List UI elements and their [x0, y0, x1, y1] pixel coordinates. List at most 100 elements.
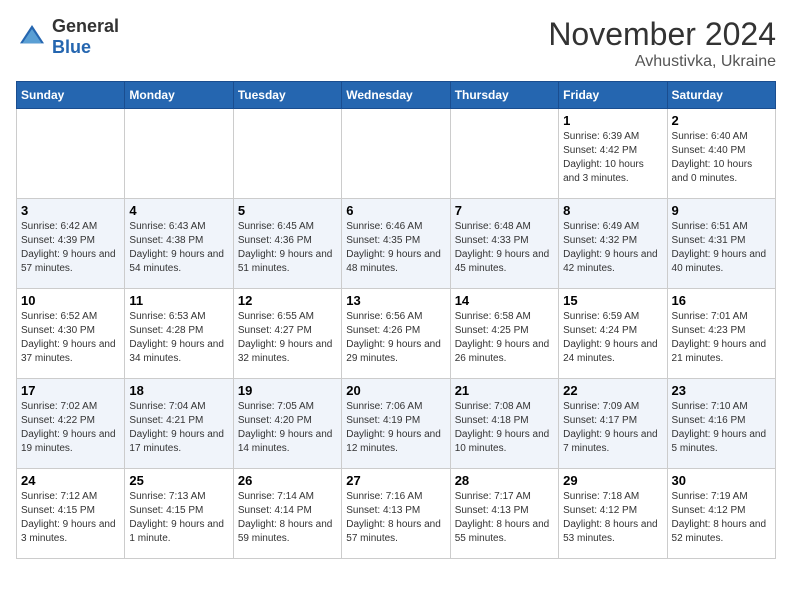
calendar-week-1: 1Sunrise: 6:39 AMSunset: 4:42 PMDaylight…	[17, 109, 776, 199]
day-number: 27	[346, 473, 445, 488]
day-number: 20	[346, 383, 445, 398]
day-number: 14	[455, 293, 554, 308]
day-info: Sunrise: 7:14 AMSunset: 4:14 PMDaylight:…	[238, 490, 337, 546]
calendar-cell: 13 Sunrise: 6:56 AMSunset: 4:26 PMDayligh…	[342, 289, 450, 379]
day-number: 19	[238, 383, 337, 398]
calendar-cell: 29Sunrise: 7:18 AMSunset: 4:12 PMDayligh…	[559, 469, 667, 559]
day-info: Sunrise: 6:56 AMSunset: 4:26 PMDaylight:…	[346, 310, 445, 366]
day-number: 7	[455, 203, 554, 218]
day-number: 16	[672, 293, 771, 308]
calendar-cell: 16 Sunrise: 7:01 AMSunset: 4:23 PMDayligh…	[667, 289, 775, 379]
calendar-table: SundayMondayTuesdayWednesdayThursdayFrid…	[16, 81, 776, 559]
day-number: 28	[455, 473, 554, 488]
day-number: 25	[129, 473, 228, 488]
calendar-cell: 21 Sunrise: 7:08 AMSunset: 4:18 PMDayligh…	[450, 379, 558, 469]
day-info: Sunrise: 7:09 AMSunset: 4:17 PMDaylight:…	[563, 400, 662, 456]
day-number: 29	[563, 473, 662, 488]
calendar-cell: 6 Sunrise: 6:46 AMSunset: 4:35 PMDaylight…	[342, 199, 450, 289]
calendar-cell: 17 Sunrise: 7:02 AMSunset: 4:22 PMDayligh…	[17, 379, 125, 469]
calendar-cell: 1Sunrise: 6:39 AMSunset: 4:42 PMDaylight…	[559, 109, 667, 199]
day-info: Sunrise: 7:01 AMSunset: 4:23 PMDaylight:…	[672, 310, 771, 366]
day-info: Sunrise: 6:55 AMSunset: 4:27 PMDaylight:…	[238, 310, 337, 366]
calendar-cell: 8 Sunrise: 6:49 AMSunset: 4:32 PMDaylight…	[559, 199, 667, 289]
day-number: 17	[21, 383, 120, 398]
calendar-week-3: 10 Sunrise: 6:52 AMSunset: 4:30 PMDayligh…	[17, 289, 776, 379]
calendar-cell: 22 Sunrise: 7:09 AMSunset: 4:17 PMDayligh…	[559, 379, 667, 469]
calendar-week-5: 24Sunrise: 7:12 AMSunset: 4:15 PMDayligh…	[17, 469, 776, 559]
day-header-thursday: Thursday	[450, 82, 558, 109]
logo-text: General Blue	[52, 16, 119, 58]
day-header-saturday: Saturday	[667, 82, 775, 109]
calendar-cell: 4 Sunrise: 6:43 AMSunset: 4:38 PMDaylight…	[125, 199, 233, 289]
day-number: 24	[21, 473, 120, 488]
day-info: Sunrise: 7:17 AMSunset: 4:13 PMDaylight:…	[455, 490, 554, 546]
logo-icon	[16, 21, 48, 53]
calendar-cell: 3Sunrise: 6:42 AMSunset: 4:39 PMDaylight…	[17, 199, 125, 289]
day-info: Sunrise: 7:19 AMSunset: 4:12 PMDaylight:…	[672, 490, 771, 546]
calendar-cell: 14Sunrise: 6:58 AMSunset: 4:25 PMDayligh…	[450, 289, 558, 379]
day-header-tuesday: Tuesday	[233, 82, 341, 109]
day-number: 23	[672, 383, 771, 398]
day-number: 1	[563, 113, 662, 128]
day-number: 15	[563, 293, 662, 308]
day-number: 18	[129, 383, 228, 398]
day-number: 21	[455, 383, 554, 398]
calendar-cell: 2 Sunrise: 6:40 AMSunset: 4:40 PMDaylight…	[667, 109, 775, 199]
calendar-cell: 15Sunrise: 6:59 AMSunset: 4:24 PMDayligh…	[559, 289, 667, 379]
calendar-cell: 24Sunrise: 7:12 AMSunset: 4:15 PMDayligh…	[17, 469, 125, 559]
day-number: 8	[563, 203, 662, 218]
calendar-cell: 28 Sunrise: 7:17 AMSunset: 4:13 PMDayligh…	[450, 469, 558, 559]
day-number: 4	[129, 203, 228, 218]
month-title: November 2024	[548, 16, 776, 53]
day-number: 13	[346, 293, 445, 308]
day-number: 2	[672, 113, 771, 128]
day-info: Sunrise: 6:45 AMSunset: 4:36 PMDaylight:…	[238, 220, 337, 276]
day-info: Sunrise: 6:40 AMSunset: 4:40 PMDaylight:…	[672, 130, 771, 186]
day-number: 3	[21, 203, 120, 218]
logo-general-text: General	[52, 16, 119, 37]
day-number: 22	[563, 383, 662, 398]
calendar-week-4: 17 Sunrise: 7:02 AMSunset: 4:22 PMDayligh…	[17, 379, 776, 469]
day-header-friday: Friday	[559, 82, 667, 109]
day-info: Sunrise: 6:43 AMSunset: 4:38 PMDaylight:…	[129, 220, 228, 276]
day-number: 26	[238, 473, 337, 488]
calendar-cell: 27 Sunrise: 7:16 AMSunset: 4:13 PMDayligh…	[342, 469, 450, 559]
calendar-header: SundayMondayTuesdayWednesdayThursdayFrid…	[17, 82, 776, 109]
page-header: General Blue November 2024 Avhustivka, U…	[16, 16, 776, 71]
calendar-cell	[450, 109, 558, 199]
calendar-cell: 9Sunrise: 6:51 AMSunset: 4:31 PMDaylight…	[667, 199, 775, 289]
calendar-cell	[125, 109, 233, 199]
calendar-cell	[17, 109, 125, 199]
day-info: Sunrise: 6:49 AMSunset: 4:32 PMDaylight:…	[563, 220, 662, 276]
day-info: Sunrise: 6:46 AMSunset: 4:35 PMDaylight:…	[346, 220, 445, 276]
calendar-cell: 20 Sunrise: 7:06 AMSunset: 4:19 PMDayligh…	[342, 379, 450, 469]
day-header-monday: Monday	[125, 82, 233, 109]
calendar-cell: 26 Sunrise: 7:14 AMSunset: 4:14 PMDayligh…	[233, 469, 341, 559]
calendar-cell: 18 Sunrise: 7:04 AMSunset: 4:21 PMDayligh…	[125, 379, 233, 469]
day-number: 12	[238, 293, 337, 308]
day-number: 6	[346, 203, 445, 218]
day-number: 9	[672, 203, 771, 218]
calendar-cell: 12 Sunrise: 6:55 AMSunset: 4:27 PMDayligh…	[233, 289, 341, 379]
calendar-cell: 25 Sunrise: 7:13 AMSunset: 4:15 PMDayligh…	[125, 469, 233, 559]
day-info: Sunrise: 7:08 AMSunset: 4:18 PMDaylight:…	[455, 400, 554, 456]
day-info: Sunrise: 7:04 AMSunset: 4:21 PMDaylight:…	[129, 400, 228, 456]
calendar-cell: 19 Sunrise: 7:05 AMSunset: 4:20 PMDayligh…	[233, 379, 341, 469]
day-info: Sunrise: 7:16 AMSunset: 4:13 PMDaylight:…	[346, 490, 445, 546]
header-row: SundayMondayTuesdayWednesdayThursdayFrid…	[17, 82, 776, 109]
calendar-body: 1Sunrise: 6:39 AMSunset: 4:42 PMDaylight…	[17, 109, 776, 559]
day-info: Sunrise: 7:10 AMSunset: 4:16 PMDaylight:…	[672, 400, 771, 456]
day-info: Sunrise: 7:05 AMSunset: 4:20 PMDaylight:…	[238, 400, 337, 456]
day-number: 10	[21, 293, 120, 308]
day-info: Sunrise: 6:52 AMSunset: 4:30 PMDaylight:…	[21, 310, 120, 366]
logo: General Blue	[16, 16, 119, 58]
calendar-cell: 5Sunrise: 6:45 AMSunset: 4:36 PMDaylight…	[233, 199, 341, 289]
day-info: Sunrise: 6:48 AMSunset: 4:33 PMDaylight:…	[455, 220, 554, 276]
day-info: Sunrise: 7:02 AMSunset: 4:22 PMDaylight:…	[21, 400, 120, 456]
logo-blue-text: Blue	[52, 37, 119, 58]
calendar-cell: 30Sunrise: 7:19 AMSunset: 4:12 PMDayligh…	[667, 469, 775, 559]
title-block: November 2024 Avhustivka, Ukraine	[548, 16, 776, 71]
day-info: Sunrise: 7:13 AMSunset: 4:15 PMDaylight:…	[129, 490, 228, 546]
day-info: Sunrise: 7:06 AMSunset: 4:19 PMDaylight:…	[346, 400, 445, 456]
calendar-cell: 11Sunrise: 6:53 AMSunset: 4:28 PMDayligh…	[125, 289, 233, 379]
